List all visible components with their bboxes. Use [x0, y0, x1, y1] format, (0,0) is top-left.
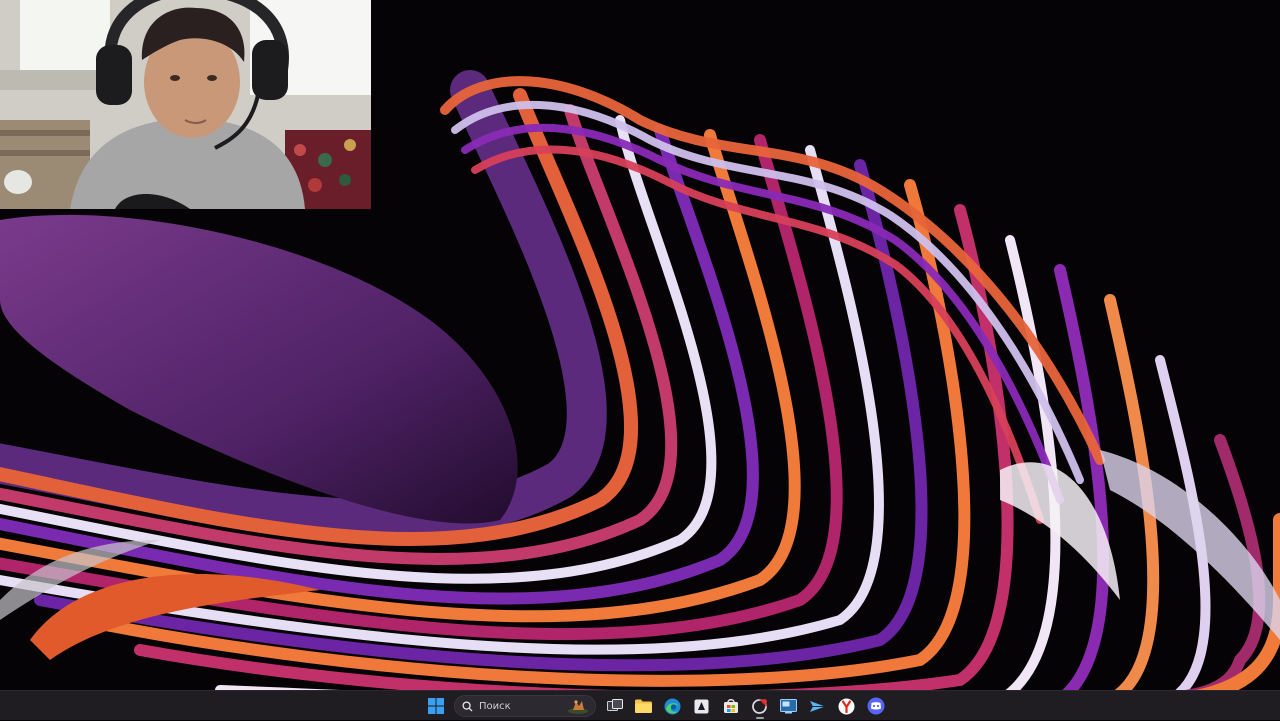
- edge-icon: [664, 698, 681, 714]
- store-button[interactable]: [718, 693, 744, 719]
- steam-icon: [810, 700, 825, 712]
- yandex-button[interactable]: [834, 693, 860, 719]
- search-placeholder: Поиск: [479, 700, 511, 712]
- dark-app-button[interactable]: [689, 693, 715, 719]
- webcam-overlay: [0, 0, 371, 209]
- search-highlight-icon: [568, 700, 588, 714]
- edge-button[interactable]: [660, 693, 686, 719]
- folder-icon: [635, 699, 652, 713]
- start-button[interactable]: [423, 693, 449, 719]
- search-box[interactable]: Поиск: [454, 695, 596, 717]
- dark-app-icon: [694, 699, 709, 713]
- windows-logo-icon: [427, 698, 444, 714]
- circular-app-icon: [752, 698, 767, 714]
- discord-icon: [867, 697, 884, 715]
- taskbar: Поиск: [0, 690, 1280, 720]
- yandex-icon: [838, 698, 855, 714]
- window-app-button[interactable]: [776, 693, 802, 719]
- steam-button[interactable]: [805, 693, 831, 719]
- taskbar-icons: Поиск: [421, 691, 890, 721]
- store-icon: [723, 699, 738, 713]
- task-view-icon: [606, 699, 623, 711]
- window-app-icon: [780, 698, 797, 713]
- task-view-button[interactable]: [602, 693, 628, 719]
- active-app-button[interactable]: [747, 693, 773, 719]
- file-explorer-button[interactable]: [631, 693, 657, 719]
- search-icon: [462, 700, 473, 712]
- discord-button[interactable]: [863, 693, 889, 719]
